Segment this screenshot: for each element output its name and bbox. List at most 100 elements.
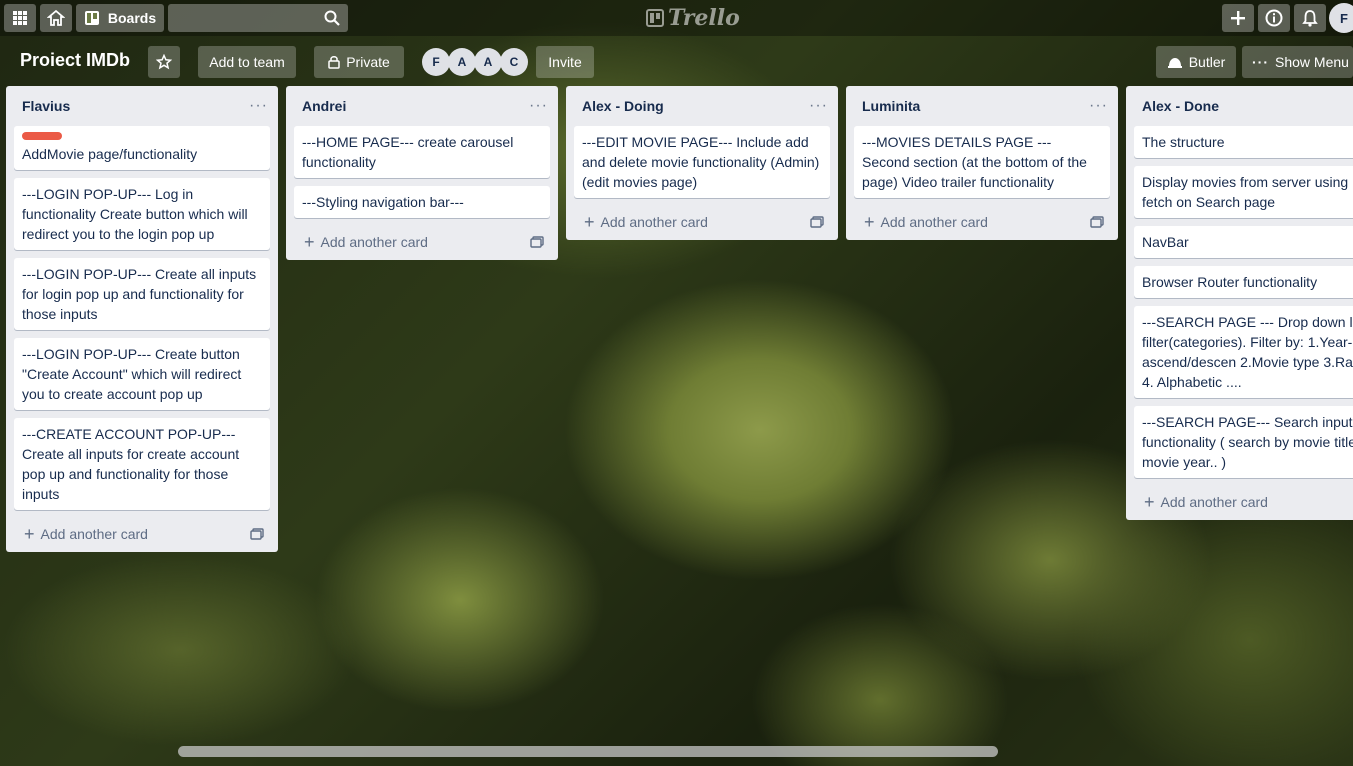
add-card-label: Add another card xyxy=(320,234,428,250)
search-input[interactable] xyxy=(168,4,334,32)
add-card-row: + Add another card xyxy=(286,224,558,260)
card-label-red[interactable] xyxy=(22,132,62,140)
user-initial: F xyxy=(1340,10,1348,26)
card-title: ---LOGIN POP-UP--- Log in functionality … xyxy=(22,186,248,242)
member-avatar[interactable]: F xyxy=(422,48,450,76)
card-template-icon[interactable] xyxy=(530,236,544,248)
member-avatar[interactable]: C xyxy=(500,48,528,76)
trello-logo-icon xyxy=(646,9,664,27)
trello-logo[interactable]: Trello xyxy=(646,5,740,31)
card[interactable]: Browser Router functionality xyxy=(1134,266,1353,298)
user-avatar[interactable]: F xyxy=(1329,3,1353,33)
home-button[interactable] xyxy=(40,4,72,32)
member-initial: A xyxy=(457,55,467,69)
card-title: ---LOGIN POP-UP--- Create all inputs for… xyxy=(22,266,257,322)
card[interactable]: ---Styling navigation bar--- xyxy=(294,186,550,218)
member-avatar[interactable]: A xyxy=(474,48,502,76)
home-icon xyxy=(47,9,65,26)
list-title[interactable]: Andrei xyxy=(302,98,346,114)
show-menu-button[interactable]: ··· Show Menu xyxy=(1242,46,1353,78)
card[interactable]: NavBar xyxy=(1134,226,1353,258)
card[interactable]: ---EDIT MOVIE PAGE--- Include add and de… xyxy=(574,126,830,198)
card[interactable]: ---SEARCH PAGE--- Search input functiona… xyxy=(1134,406,1353,478)
card[interactable]: Display movies from server using fetch o… xyxy=(1134,166,1353,218)
boards-button[interactable]: Boards xyxy=(76,4,164,32)
add-card-button[interactable]: + Add another card xyxy=(584,212,708,233)
list-flavius: Flavius ··· AddMovie page/functionality … xyxy=(6,86,278,552)
list-header[interactable]: Flavius ··· xyxy=(6,86,278,126)
card-title: Display movies from server using fetch o… xyxy=(1142,174,1349,210)
add-card-label: Add another card xyxy=(40,526,148,542)
card[interactable]: ---MOVIES DETAILS PAGE --- Second sectio… xyxy=(854,126,1110,198)
list-menu-icon[interactable]: ··· xyxy=(249,97,268,115)
card-template-icon[interactable] xyxy=(810,216,824,228)
card[interactable]: AddMovie page/functionality xyxy=(14,126,270,170)
add-card-button[interactable]: + Add another card xyxy=(864,212,988,233)
card[interactable]: ---LOGIN POP-UP--- Create button "Create… xyxy=(14,338,270,410)
list-menu-icon[interactable]: ··· xyxy=(809,97,828,115)
card-template-icon[interactable] xyxy=(1090,216,1104,228)
star-button[interactable] xyxy=(148,46,180,78)
card-title: NavBar xyxy=(1142,234,1189,250)
butler-icon xyxy=(1167,58,1182,68)
list-andrei: Andrei ··· ---HOME PAGE--- create carous… xyxy=(286,86,558,260)
apps-button[interactable] xyxy=(4,4,36,32)
card-title: ---HOME PAGE--- create carousel function… xyxy=(302,134,514,170)
member-initial: A xyxy=(483,55,493,69)
info-icon xyxy=(1265,9,1283,27)
card-title: ---Styling navigation bar--- xyxy=(302,194,464,210)
logo-text: Trello xyxy=(668,5,740,31)
list-menu-icon[interactable]: ··· xyxy=(1089,97,1108,115)
list-title[interactable]: Flavius xyxy=(22,98,70,114)
add-to-team-label: Add to team xyxy=(209,54,285,70)
card[interactable]: The structure xyxy=(1134,126,1353,158)
add-card-button[interactable]: + Add another card xyxy=(1144,492,1268,513)
plus-icon: + xyxy=(24,523,35,544)
card[interactable]: ---SEARCH PAGE --- Drop down list filter… xyxy=(1134,306,1353,398)
search-field[interactable] xyxy=(168,4,348,32)
card-title: ---LOGIN POP-UP--- Create button "Create… xyxy=(22,346,242,402)
apps-grid-icon xyxy=(13,11,27,25)
info-button[interactable] xyxy=(1258,4,1290,32)
list-title[interactable]: Alex - Doing xyxy=(582,98,664,114)
plus-icon: + xyxy=(304,231,315,252)
board-icon xyxy=(84,11,99,25)
card-template-icon[interactable] xyxy=(250,528,264,540)
list-header[interactable]: Alex - Done xyxy=(1126,86,1353,126)
add-card-button[interactable]: + Add another card xyxy=(304,232,428,253)
card[interactable]: ---LOGIN POP-UP--- Create all inputs for… xyxy=(14,258,270,330)
member-initial: C xyxy=(509,55,519,69)
plus-icon: + xyxy=(584,211,595,232)
list-header[interactable]: Andrei ··· xyxy=(286,86,558,126)
list-header[interactable]: Alex - Doing ··· xyxy=(566,86,838,126)
card[interactable]: ---HOME PAGE--- create carousel function… xyxy=(294,126,550,178)
invite-button[interactable]: Invite xyxy=(536,46,594,78)
add-to-team-button[interactable]: Add to team xyxy=(198,46,296,78)
board-title[interactable]: Proiect IMDb xyxy=(20,50,130,71)
card[interactable]: ---CREATE ACCOUNT POP-UP--- Create all i… xyxy=(14,418,270,510)
add-card-button[interactable]: + Add another card xyxy=(24,524,148,545)
more-icon: ··· xyxy=(1252,54,1269,70)
top-bar: Boards Trello F xyxy=(0,0,1353,36)
card[interactable]: ---LOGIN POP-UP--- Log in functionality … xyxy=(14,178,270,250)
card-title: ---CREATE ACCOUNT POP-UP--- Create all i… xyxy=(22,426,240,502)
board-scrollbar-thumb[interactable] xyxy=(178,746,998,757)
notifications-button[interactable] xyxy=(1294,4,1326,32)
list-menu-icon[interactable]: ··· xyxy=(529,97,548,115)
member-avatar[interactable]: A xyxy=(448,48,476,76)
card-title: ---SEARCH PAGE--- Search input functiona… xyxy=(1142,414,1353,470)
add-card-row: + Add another card xyxy=(846,204,1118,240)
list-title[interactable]: Alex - Done xyxy=(1142,98,1219,114)
list-header[interactable]: Luminita ··· xyxy=(846,86,1118,126)
add-card-row: + Add another card xyxy=(1126,484,1353,520)
add-card-label: Add another card xyxy=(880,214,988,230)
list-title[interactable]: Luminita xyxy=(862,98,920,114)
add-card-row: + Add another card xyxy=(566,204,838,240)
visibility-button[interactable]: Private xyxy=(314,46,404,78)
member-initial: F xyxy=(432,55,440,69)
create-button[interactable] xyxy=(1222,4,1254,32)
boards-label: Boards xyxy=(107,10,157,26)
card-title: Browser Router functionality xyxy=(1142,274,1318,290)
butler-button[interactable]: Butler xyxy=(1156,46,1236,78)
list-alex-doing: Alex - Doing ··· ---EDIT MOVIE PAGE--- I… xyxy=(566,86,838,240)
